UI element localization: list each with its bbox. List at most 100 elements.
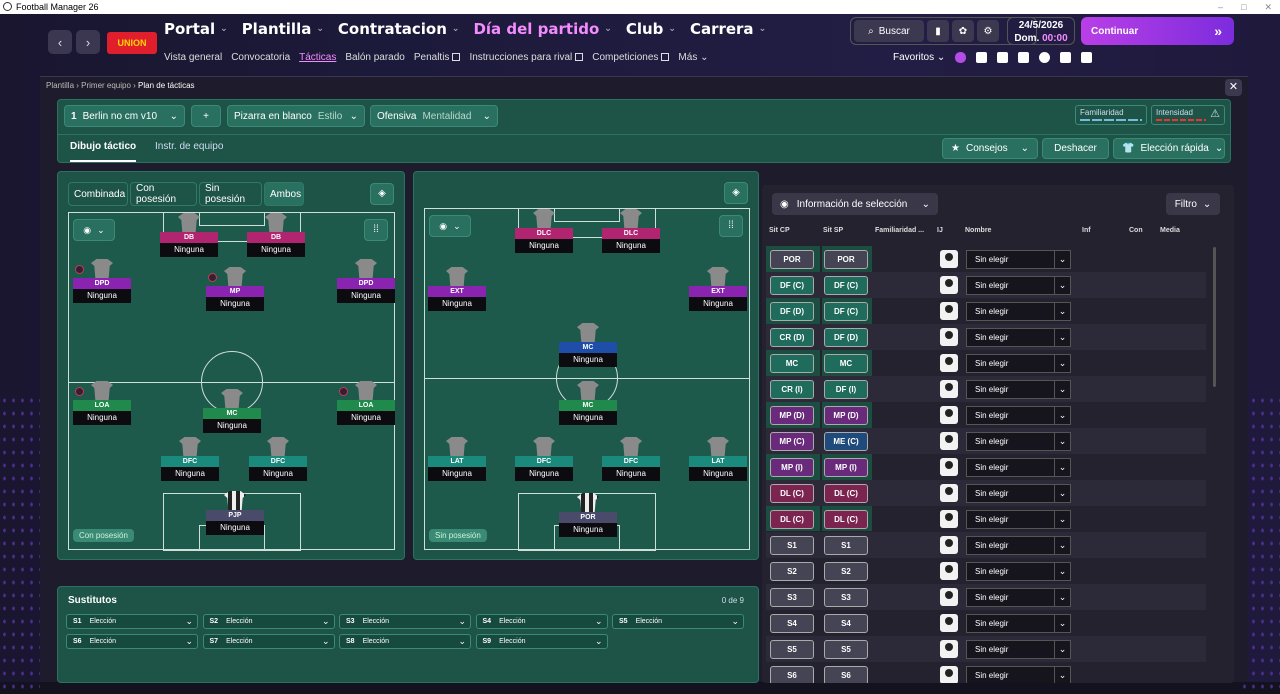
search-button[interactable]: ⌕ Buscar [854,20,924,42]
visibility-dropdown[interactable]: ◉ ⌄ [429,215,471,237]
substitute-slot-S5[interactable]: S5 Elección ⌄ [612,614,744,629]
player-select[interactable]: Sin elegir ⌄ [966,250,1071,269]
submenu-item-5[interactable]: Instrucciones para rival [469,52,584,63]
position-cp[interactable]: S5 [770,640,814,659]
person-icon[interactable] [940,484,958,502]
diamond-icon[interactable]: ◈ [370,183,394,205]
forward-button[interactable]: › [76,30,100,54]
person-icon[interactable] [940,328,958,346]
player-select[interactable]: Sin elegir ⌄ [966,562,1071,581]
phase-tab-3[interactable]: Ambos [264,182,304,206]
person-icon[interactable] [940,406,958,424]
submenu-item-7[interactable]: Más ⌄ [678,52,708,63]
substitute-slot-S2[interactable]: S2 Elección ⌄ [202,614,335,629]
visibility-dropdown[interactable]: ◉ ⌄ [73,219,115,241]
style-selector[interactable]: Pizarra en blanco Estilo ⌄ [227,105,365,127]
position-cp[interactable]: S4 [770,614,814,633]
position-sp[interactable]: MC [824,354,868,373]
person-icon[interactable] [940,562,958,580]
person-icon[interactable] [940,432,958,450]
tab-dibujo-tactico[interactable]: Dibujo táctico [70,141,137,162]
player-select[interactable]: Sin elegir ⌄ [966,536,1071,555]
position-sp[interactable]: DF (C) [824,276,868,295]
position-cp[interactable]: MP (C) [770,432,814,451]
position-cp[interactable]: S3 [770,588,814,607]
submenu-item-6[interactable]: Competiciones [592,52,670,63]
position-cp[interactable]: POR [770,250,814,269]
position-cp[interactable]: S6 [770,666,814,683]
phase-tab-2[interactable]: Sin posesión [199,182,262,206]
player-select[interactable]: Sin elegir ⌄ [966,666,1071,683]
player-select[interactable]: Sin elegir ⌄ [966,380,1071,399]
submenu-item-4[interactable]: Penaltis [414,52,461,63]
position-sp[interactable]: DF (C) [824,302,868,321]
advice-button[interactable]: ★ Consejos ⌄ [942,138,1038,159]
undo-button[interactable]: Deshacer [1042,138,1109,159]
header-media[interactable]: Media [1160,227,1180,234]
position-sp[interactable]: S1 [824,536,868,555]
player-select[interactable]: Sin elegir ⌄ [966,614,1071,633]
position-cp[interactable]: DL (C) [770,484,814,503]
position-sp[interactable]: DF (D) [824,328,868,347]
submenu-item-2[interactable]: Tácticas [299,52,336,63]
substitute-slot-S7[interactable]: S7 Elección ⌄ [202,634,335,649]
breadcrumb-plantilla[interactable]: Plantilla [46,81,74,90]
position-cp[interactable]: CR (I) [770,380,814,399]
header-ij[interactable]: IJ [937,227,943,234]
submenu-item-1[interactable]: Convocatoria [231,52,290,63]
submenu-item-0[interactable]: Vista general [164,52,222,63]
tactic-selector[interactable]: 1 Berlin no cm v10 ⌄ [64,105,185,127]
tab-instr-equipo[interactable]: Instr. de equipo [155,141,223,152]
menu-item-3[interactable]: Día del partido ⌄ [473,20,611,38]
player-select[interactable]: Sin elegir ⌄ [966,302,1071,321]
trophy-icon[interactable] [1060,52,1072,63]
brain-icon[interactable]: ✿ [952,20,974,42]
people-icon[interactable] [1018,52,1030,63]
person-icon[interactable] [940,640,958,658]
position-cp[interactable]: MP (I) [770,458,814,477]
phase-tab-1[interactable]: Con posesión [130,182,197,206]
position-sp[interactable]: S4 [824,614,868,633]
player-select[interactable]: Sin elegir ⌄ [966,458,1071,477]
player-select[interactable]: Sin elegir ⌄ [966,406,1071,425]
menu-item-2[interactable]: Contratacion ⌄ [338,20,460,38]
header-familiaridad[interactable]: Familiaridad ... [875,227,924,234]
player-select[interactable]: Sin elegir ⌄ [966,432,1071,451]
scrollbar[interactable] [1213,247,1216,387]
back-button[interactable]: ‹ [48,30,72,54]
substitute-slot-S6[interactable]: S6 Elección ⌄ [66,634,198,649]
minimize-button[interactable]: – [1218,0,1223,14]
position-sp[interactable]: S3 [824,588,868,607]
header-inf[interactable]: Inf [1082,227,1091,234]
menu-item-1[interactable]: Plantilla ⌄ [242,20,324,38]
position-cp[interactable]: DF (C) [770,276,814,295]
position-sp[interactable]: S2 [824,562,868,581]
person-icon[interactable] [940,302,958,320]
shirt-icon[interactable] [976,52,988,63]
position-cp[interactable]: DL (C) [770,510,814,529]
person-icon[interactable] [940,458,958,476]
grid-icon[interactable]: ⁞⁞ [364,219,388,241]
substitute-slot-S3[interactable]: S3 Elección ⌄ [339,614,471,629]
position-sp[interactable]: S6 [824,666,868,683]
position-sp[interactable]: MP (D) [824,406,868,425]
player-select[interactable]: Sin elegir ⌄ [966,276,1071,295]
submenu-item-3[interactable]: Balón parado [345,52,405,63]
player-select[interactable]: Sin elegir ⌄ [966,484,1071,503]
position-sp[interactable]: DL (C) [824,510,868,529]
header-sit-sp[interactable]: Sit SP [823,227,843,234]
mentality-selector[interactable]: Ofensiva Mentalidad ⌄ [370,105,498,127]
position-cp[interactable]: MP (D) [770,406,814,425]
menu-item-4[interactable]: Club ⌄ [626,20,676,38]
player-select[interactable]: Sin elegir ⌄ [966,328,1071,347]
person-icon[interactable] [940,666,958,683]
header-sit-cp[interactable]: Sit CP [769,227,790,234]
substitute-slot-S1[interactable]: S1 Elección ⌄ [66,614,198,629]
quick-pick-button[interactable]: 👕 Elección rápida ⌄ [1113,138,1225,159]
close-icon[interactable]: ✕ [1225,79,1242,96]
position-sp[interactable]: POR [824,250,868,269]
menu-item-0[interactable]: Portal ⌄ [164,20,228,38]
substitute-slot-S4[interactable]: S4 Elección ⌄ [475,614,608,629]
person-icon[interactable] [940,250,958,268]
selection-info-dropdown[interactable]: ◉ Información de selección ⌄ [772,193,938,215]
